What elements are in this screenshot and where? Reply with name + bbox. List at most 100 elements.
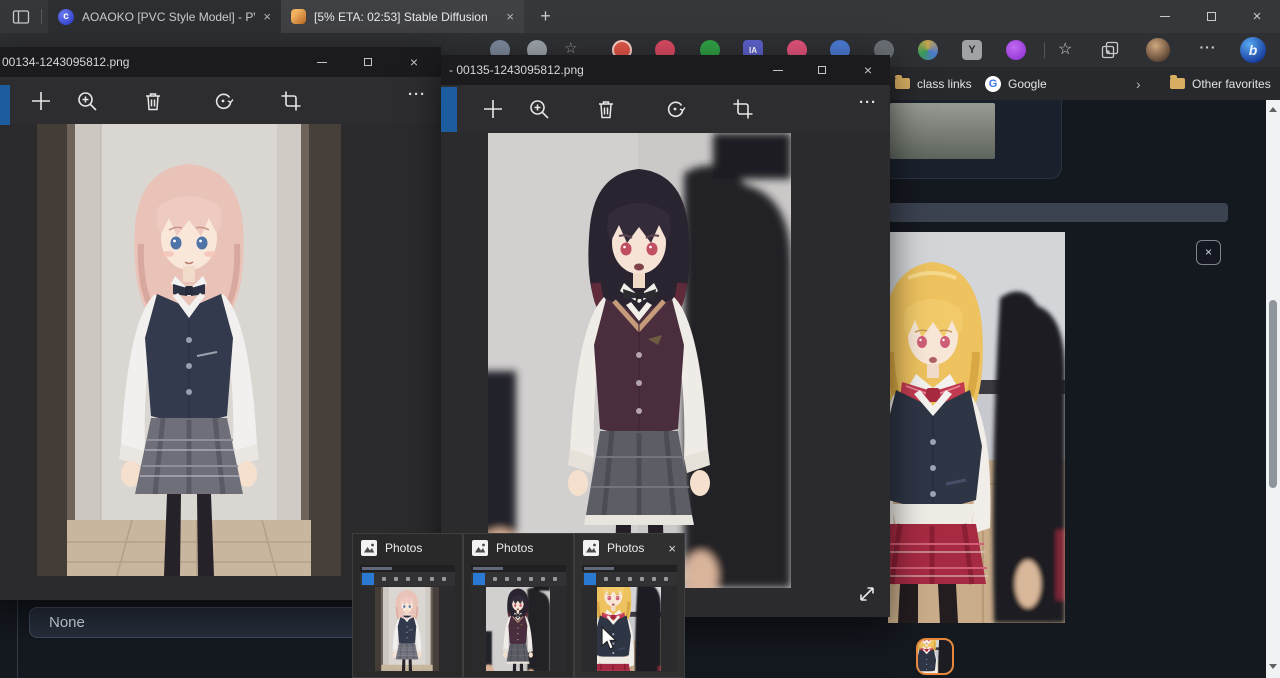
add-icon[interactable] <box>30 90 52 112</box>
toolbar-divider <box>1044 42 1045 58</box>
mini-toolbar <box>582 572 677 586</box>
scrollbar-up-arrow-icon[interactable] <box>1269 107 1277 112</box>
mini-toolbar <box>471 572 566 586</box>
browser-tab-bar: c AOAOKO [PVC Style Model] - PV × [5% ET… <box>0 0 1280 33</box>
bookmark-label: Google <box>1008 77 1047 91</box>
window-maximize-button[interactable] <box>1188 0 1234 33</box>
window-close-button[interactable]: × <box>1234 0 1280 33</box>
crop-icon[interactable] <box>280 90 302 112</box>
tab-close-icon[interactable]: × <box>506 10 514 23</box>
folder-icon <box>1170 78 1185 89</box>
add-icon[interactable] <box>482 98 504 120</box>
preview-app-label: Photos <box>607 541 660 555</box>
google-icon: G <box>985 76 1001 92</box>
profile-avatar[interactable] <box>1146 38 1170 62</box>
bookmark-folder-class-links[interactable]: class links <box>895 67 972 100</box>
rotate-icon[interactable] <box>212 90 234 112</box>
civitai-tab-icon: c <box>58 9 74 25</box>
photos-app-icon <box>361 540 377 556</box>
browser-tab-civitai[interactable]: c AOAOKO [PVC Style Model] - PV × <box>48 0 281 33</box>
photos-window-title: 00134-1243095812.png <box>2 55 129 69</box>
preview-app-label: Photos <box>385 541 454 555</box>
stable-diffusion-tab-icon <box>291 9 306 24</box>
desktop-screen: c AOAOKO [PVC Style Model] - PV × [5% ET… <box>0 0 1280 678</box>
preview-thumbnail[interactable] <box>471 565 566 672</box>
bookmark-label: class links <box>917 77 972 91</box>
bookmark-google[interactable]: G Google <box>985 67 1047 100</box>
mini-see-all-photos-button <box>362 573 374 585</box>
mini-toolbar <box>360 572 455 586</box>
bookmark-folder-other-favorites[interactable]: Other favorites <box>1170 67 1271 100</box>
tab-title: [5% ETA: 02:53] Stable Diffusion <box>314 10 498 24</box>
taskbar-preview-photos-2[interactable]: Photos <box>463 533 574 678</box>
sd-gray-panel-button[interactable] <box>890 103 995 159</box>
zoom-icon[interactable] <box>528 98 550 120</box>
preview-thumbnail[interactable] <box>582 565 677 672</box>
crop-icon[interactable] <box>732 98 754 120</box>
zoom-icon[interactable] <box>76 90 98 112</box>
photos-close-button[interactable]: × <box>399 47 429 77</box>
photos-maximize-button[interactable] <box>807 55 837 85</box>
more-options-icon[interactable]: ··· <box>859 94 877 111</box>
mini-see-all-photos-button <box>473 573 485 585</box>
preview-app-label: Photos <box>496 541 565 555</box>
browser-more-menu[interactable]: ··· <box>1193 39 1223 55</box>
rotate-icon[interactable] <box>664 98 686 120</box>
photos-app-icon <box>583 540 599 556</box>
photos-minimize-button[interactable] <box>763 55 793 85</box>
extension-y-icon[interactable]: Y <box>962 40 982 60</box>
expand-icon[interactable] <box>855 582 879 606</box>
see-all-photos-button[interactable] <box>441 87 457 132</box>
mini-title-bar <box>582 565 677 572</box>
photo-00134-image <box>37 124 341 576</box>
bookmarks-overflow-chevron-icon[interactable]: › <box>1136 67 1141 100</box>
tab-divider <box>41 9 42 24</box>
photos-window-00134: 00134-1243095812.png × ··· <box>0 47 441 600</box>
mini-title-bar <box>360 565 455 572</box>
mini-photo-00135 <box>486 587 550 671</box>
sd-panel-border <box>17 600 18 678</box>
photos-title-bar[interactable]: 00134-1243095812.png × <box>0 47 441 77</box>
sd-lightbox-close-button[interactable]: × <box>1196 240 1221 265</box>
preview-thumbnail[interactable] <box>360 565 455 672</box>
sd-style-select[interactable]: None <box>29 607 360 638</box>
bookmark-label: Other favorites <box>1192 77 1271 91</box>
sd-lightbox-image <box>888 232 1065 623</box>
tab-actions-button[interactable] <box>11 7 31 27</box>
scrollbar-thumb[interactable] <box>1269 300 1277 488</box>
sd-progress-bar <box>888 203 1228 222</box>
extension-globe-icon[interactable] <box>918 40 938 60</box>
taskbar-preview-photos-1[interactable]: Photos <box>352 533 463 678</box>
sd-gallery-thumbnail-selected[interactable] <box>916 638 954 675</box>
browser-tab-stable-diffusion[interactable]: [5% ETA: 02:53] Stable Diffusion × <box>281 0 524 33</box>
bing-icon[interactable]: b <box>1240 37 1266 63</box>
favorites-star-icon[interactable]: ☆ <box>1058 39 1072 59</box>
photos-minimize-button[interactable] <box>307 47 337 77</box>
extension-icon[interactable] <box>1006 40 1026 60</box>
collections-icon[interactable] <box>1100 40 1120 60</box>
photos-toolbar: ··· <box>0 77 441 124</box>
mini-title-bar <box>471 565 566 572</box>
delete-icon[interactable] <box>595 98 617 120</box>
mouse-cursor <box>601 626 619 657</box>
new-tab-button[interactable]: + <box>533 4 558 29</box>
mini-photo-00134 <box>375 587 439 671</box>
photos-app-icon <box>472 540 488 556</box>
folder-icon <box>895 78 910 89</box>
tab-title: AOAOKO [PVC Style Model] - PV <box>82 10 255 24</box>
see-all-photos-button[interactable] <box>0 85 10 125</box>
photos-close-button[interactable]: × <box>853 55 883 85</box>
more-options-icon[interactable]: ··· <box>408 86 426 103</box>
photos-window-title: - 00135-1243095812.png <box>449 63 584 77</box>
photos-title-bar[interactable]: - 00135-1243095812.png × <box>441 55 890 85</box>
preview-close-icon[interactable]: × <box>668 541 676 556</box>
delete-icon[interactable] <box>142 90 164 112</box>
photos-maximize-button[interactable] <box>353 47 383 77</box>
photo-00135-image <box>488 133 791 588</box>
window-minimize-button[interactable] <box>1142 0 1188 33</box>
tab-close-icon[interactable]: × <box>263 10 271 23</box>
mini-see-all-photos-button <box>584 573 596 585</box>
taskbar-preview-photos-3[interactable]: Photos × <box>574 533 685 678</box>
scrollbar-down-arrow-icon[interactable] <box>1269 664 1277 669</box>
photos-toolbar: ··· <box>441 85 890 132</box>
